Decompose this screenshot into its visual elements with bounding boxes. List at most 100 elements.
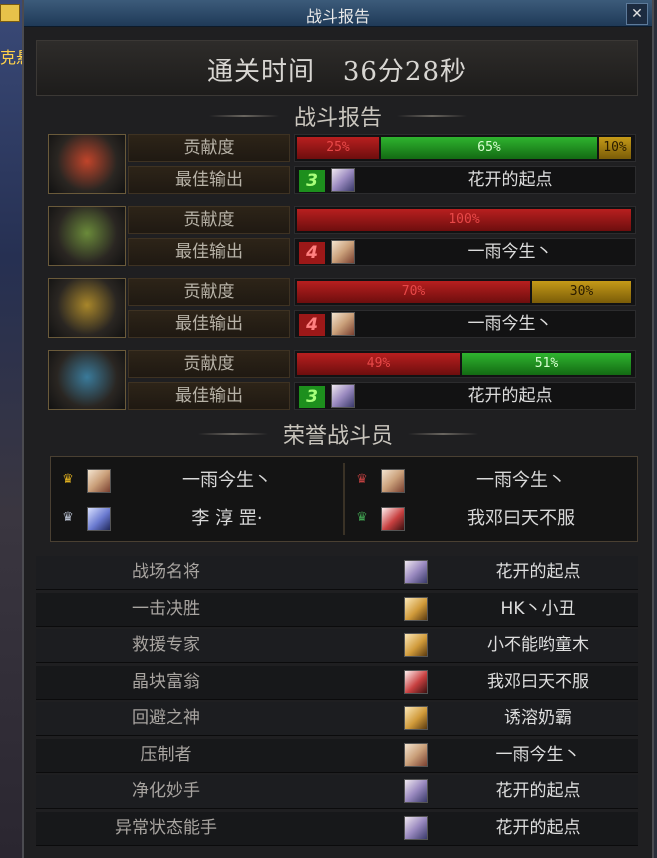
best-output-body: 4 一雨今生丶	[294, 238, 636, 266]
battle-report-window: 战斗报告 ✕ 通关时间 36分28秒 战斗报告 贡献度 25% 65% 10% 最佳输出…	[22, 0, 654, 858]
award-player-name[interactable]: 花开的起点	[438, 812, 638, 845]
player-avatar[interactable]	[404, 669, 428, 694]
award-row: 异常状态能手 花开的起点	[36, 811, 638, 846]
award-row: 战场名将 花开的起点	[36, 556, 638, 590]
green-thorn-emblem-icon	[48, 206, 126, 266]
honor-player[interactable]: ♛ 我邓曰天不服	[349, 503, 629, 535]
player-avatar[interactable]	[404, 779, 428, 803]
clear-time-value: 36分28秒	[342, 57, 467, 87]
contribution-segment: 10%	[599, 137, 631, 159]
award-title: 救援专家	[132, 635, 200, 655]
honor-player[interactable]: ♛ 李 淳 罡·	[55, 503, 335, 535]
rank-badge: 3	[299, 386, 325, 408]
player-avatar[interactable]	[331, 168, 355, 192]
crown-gold-icon: ♛	[62, 472, 74, 487]
best-output-body: 3 花开的起点	[294, 382, 636, 410]
team-row: 贡献度 25% 65% 10% 最佳输出 3 花开的起点	[48, 134, 640, 196]
award-title: 净化妙手	[132, 781, 200, 801]
heading-ornament-left	[208, 115, 279, 117]
crown-silver-icon: ♛	[62, 510, 74, 525]
award-player-name[interactable]: HK丶小丑	[438, 593, 638, 626]
contribution-segment: 30%	[532, 281, 631, 303]
best-output-row: 最佳输出 4 一雨今生丶	[128, 310, 638, 338]
award-player-name[interactable]: 花开的起点	[438, 556, 638, 589]
contribution-label: 贡献度	[128, 278, 290, 306]
award-row: 回避之神 诱溶奶霸	[36, 702, 638, 736]
contribution-bar-track: 100%	[294, 206, 636, 234]
battle-report-title: 战斗报告	[293, 106, 382, 131]
honor-player-name: 一雨今生丶	[476, 470, 566, 491]
scene-badge	[0, 4, 20, 22]
award-title: 一击决胜	[132, 598, 200, 619]
honor-heading: 荣誉战斗员	[24, 418, 652, 449]
contribution-label: 贡献度	[128, 134, 290, 162]
best-player-name[interactable]: 一雨今生丶	[385, 239, 635, 265]
award-player-name[interactable]: 我邓曰天不服	[438, 666, 638, 699]
honor-divider	[343, 463, 345, 535]
honor-player[interactable]: ♛ 一雨今生丶	[349, 465, 629, 497]
best-player-name[interactable]: 花开的起点	[385, 383, 635, 409]
contribution-segment: 51%	[462, 353, 631, 375]
award-row: 压制者 一雨今生丶	[36, 738, 638, 773]
award-row: 晶块富翁 我邓曰天不服	[36, 665, 638, 700]
player-avatar[interactable]	[404, 815, 428, 840]
close-button[interactable]: ✕	[626, 3, 648, 25]
award-player-name[interactable]: 一雨今生丶	[438, 739, 638, 772]
contribution-row: 贡献度 70% 30%	[128, 278, 638, 306]
contribution-segment: 65%	[381, 137, 597, 159]
award-player-name[interactable]: 小不能哟童木	[438, 629, 638, 662]
crown-red-icon: ♛	[356, 472, 368, 487]
contribution-label: 贡献度	[128, 350, 290, 378]
gold-spike-emblem-icon	[48, 278, 126, 338]
player-avatar[interactable]	[331, 312, 355, 336]
player-avatar[interactable]	[404, 706, 428, 730]
player-avatar[interactable]	[404, 596, 428, 621]
best-output-label: 最佳输出	[128, 382, 290, 410]
honor-title: 荣誉战斗员	[282, 424, 393, 449]
team-row: 贡献度 100% 最佳输出 4 一雨今生丶	[48, 206, 640, 268]
player-avatar	[381, 507, 405, 531]
award-row: 救援专家 小不能哟童木	[36, 629, 638, 663]
player-avatar[interactable]	[331, 240, 355, 264]
rank-badge: 4	[299, 242, 325, 264]
award-row: 净化妙手 花开的起点	[36, 775, 638, 809]
rank-badge: 3	[299, 170, 325, 192]
honor-players-box: ♛ 一雨今生丶 ♛ 一雨今生丶 ♛ 李 淳 罡· ♛ 我邓曰天不服	[50, 456, 638, 542]
window-title: 战斗报告	[305, 7, 370, 26]
red-flame-emblem-icon	[48, 134, 126, 194]
award-player-name[interactable]: 诱溶奶霸	[438, 702, 638, 735]
player-avatar[interactable]	[404, 560, 428, 584]
clear-time-panel: 通关时间 36分28秒	[36, 40, 638, 96]
best-output-row: 最佳输出 3 花开的起点	[128, 382, 638, 410]
heading-ornament-right	[408, 433, 479, 435]
title-bar: 战斗报告 ✕	[24, 0, 652, 27]
best-output-label: 最佳输出	[128, 238, 290, 266]
contribution-row: 贡献度 25% 65% 10%	[128, 134, 638, 162]
team-row: 贡献度 70% 30% 最佳输出 4 一雨今生丶	[48, 278, 640, 340]
honor-player-name: 一雨今生丶	[182, 470, 272, 491]
clear-time-label: 通关时间	[207, 57, 316, 87]
honor-player[interactable]: ♛ 一雨今生丶	[55, 465, 335, 497]
best-player-name[interactable]: 花开的起点	[385, 167, 635, 193]
honor-player-name: 我邓曰天不服	[467, 508, 575, 529]
battle-report-heading: 战斗报告	[24, 100, 652, 131]
contribution-label: 贡献度	[128, 206, 290, 234]
award-title: 晶块富翁	[132, 671, 200, 692]
best-player-name[interactable]: 一雨今生丶	[385, 311, 635, 337]
honor-player-name: 李 淳 罡·	[191, 508, 263, 529]
best-output-label: 最佳输出	[128, 310, 290, 338]
best-output-row: 最佳输出 3 花开的起点	[128, 166, 638, 194]
award-title: 压制者	[140, 744, 192, 765]
contribution-row: 贡献度 100%	[128, 206, 638, 234]
award-player-name[interactable]: 花开的起点	[438, 775, 638, 808]
award-row: 一击决胜 HK丶小丑	[36, 592, 638, 627]
heading-ornament-right	[397, 115, 468, 117]
heading-ornament-left	[197, 433, 268, 435]
player-avatar[interactable]	[404, 633, 428, 657]
best-output-row: 最佳输出 4 一雨今生丶	[128, 238, 638, 266]
player-avatar[interactable]	[404, 742, 428, 767]
best-output-label: 最佳输出	[128, 166, 290, 194]
player-avatar[interactable]	[331, 384, 355, 408]
crown-green-icon: ♛	[356, 510, 368, 525]
contribution-bar-track: 70% 30%	[294, 278, 636, 306]
